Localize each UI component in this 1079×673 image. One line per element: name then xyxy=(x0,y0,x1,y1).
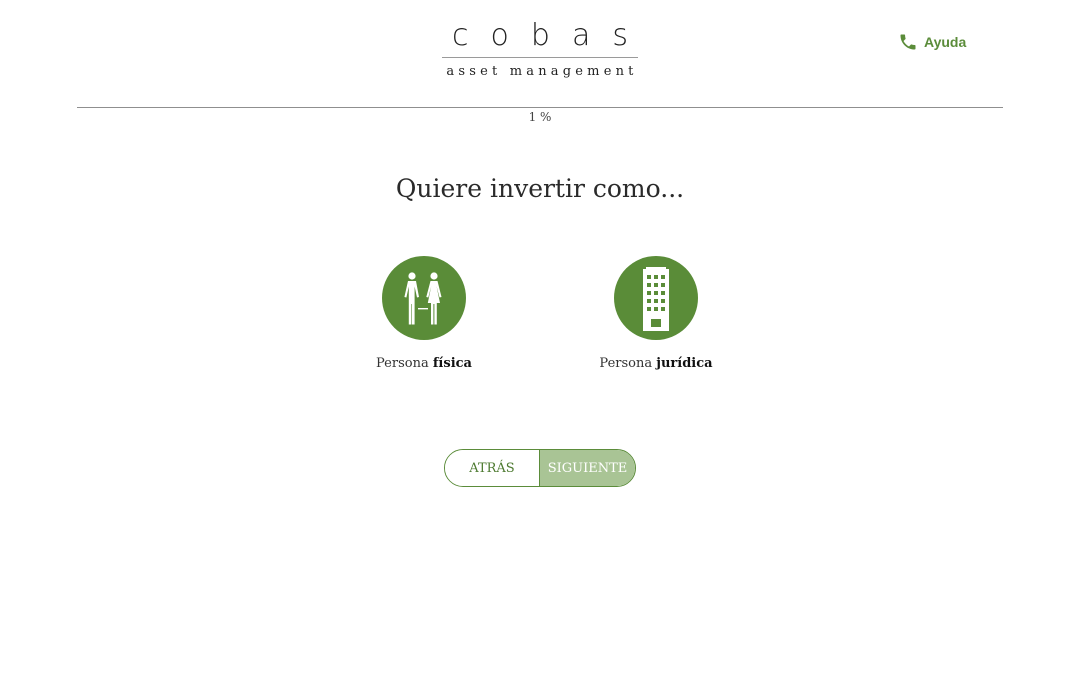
option-persona-fisica[interactable]: Persona física xyxy=(334,256,514,371)
logo-rule xyxy=(442,57,638,58)
logo-word: cobas xyxy=(452,18,650,53)
back-button[interactable]: ATRÁS xyxy=(445,450,540,486)
phone-icon xyxy=(900,34,916,50)
page-title: Quiere invertir como... xyxy=(395,174,685,203)
logo-subtitle: asset management xyxy=(446,64,638,79)
option-label-fisica: Persona física xyxy=(334,356,514,371)
help-link[interactable]: Ayuda xyxy=(898,32,966,52)
option-prefix: Persona xyxy=(376,356,429,371)
building-icon xyxy=(614,256,698,340)
header-divider xyxy=(77,107,1003,108)
option-label-juridica: Persona jurídica xyxy=(566,356,746,371)
option-emphasis: jurídica xyxy=(656,356,713,371)
people-icon xyxy=(382,256,466,340)
option-persona-juridica[interactable]: Persona jurídica xyxy=(566,256,746,371)
navigation-buttons: ATRÁS SIGUIENTE xyxy=(444,449,636,487)
next-button[interactable]: SIGUIENTE xyxy=(540,450,635,486)
progress-percent: 1 % xyxy=(528,110,552,124)
option-emphasis: física xyxy=(432,356,472,371)
option-prefix: Persona xyxy=(599,356,653,371)
cobas-logo[interactable]: cobas asset management xyxy=(442,18,638,86)
help-label: Ayuda xyxy=(924,34,967,50)
page: cobas asset management Ayuda 1 % Quiere … xyxy=(0,0,1079,673)
